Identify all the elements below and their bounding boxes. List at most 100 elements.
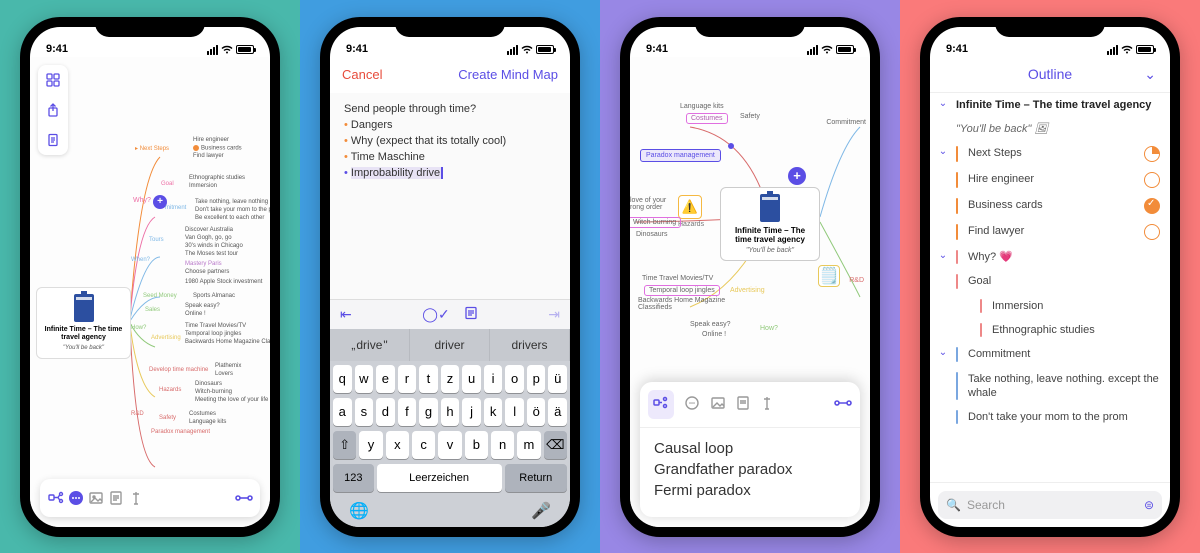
key-ä[interactable]: ä <box>548 398 567 426</box>
image-icon[interactable] <box>710 395 726 414</box>
branch-rd[interactable]: R&D <box>131 411 144 417</box>
central-node[interactable]: Infinite Time – The time travel agency "… <box>720 187 820 261</box>
search-input[interactable]: 🔍 Search ⊜ <box>938 491 1162 519</box>
hazard-icon[interactable]: ⚠️ <box>678 195 702 219</box>
node-tool-icon[interactable] <box>46 488 66 508</box>
mic-icon[interactable]: 🎤 <box>531 501 551 521</box>
add-node-button[interactable]: + <box>788 167 806 185</box>
style-icon[interactable] <box>760 395 774 414</box>
disclosure-icon[interactable]: ⌄ <box>936 250 950 261</box>
branch-how[interactable]: How? <box>131 325 146 331</box>
outdent-icon[interactable]: ⇤ <box>340 306 352 323</box>
share-icon[interactable] <box>42 99 64 121</box>
key-q[interactable]: q <box>333 365 352 393</box>
key-z[interactable]: z <box>441 365 460 393</box>
chat-icon[interactable] <box>684 395 700 414</box>
outline-list[interactable]: ⌄Infinite Time – The time travel agency"… <box>930 93 1170 482</box>
key-e[interactable]: e <box>376 365 395 393</box>
style-icon[interactable] <box>126 488 146 508</box>
branch-commitment[interactable]: mitment <box>165 205 186 211</box>
prediction-2[interactable]: driver <box>410 329 490 361</box>
key-d[interactable]: d <box>376 398 395 426</box>
key-ö[interactable]: ö <box>527 398 546 426</box>
outline-row[interactable]: Immersion <box>930 294 1170 318</box>
mindmap-canvas[interactable]: Language kits Costumes Safety Paradox ma… <box>630 57 870 527</box>
key-a[interactable]: a <box>333 398 352 426</box>
key-v[interactable]: v <box>438 431 461 459</box>
branch-when[interactable]: When? <box>131 257 150 263</box>
selection-handle[interactable] <box>728 143 734 149</box>
key-x[interactable]: x <box>386 431 409 459</box>
outline-row[interactable]: Goal <box>930 269 1170 293</box>
note-icon[interactable] <box>736 395 750 414</box>
text-editor[interactable]: Send people through time? Dangers Why (e… <box>330 93 570 299</box>
disclosure-icon[interactable]: ⌄ <box>936 146 950 157</box>
key-⇧[interactable]: ⇧ <box>333 431 356 459</box>
create-mindmap-button[interactable]: Create Mind Map <box>458 67 558 82</box>
chat-icon[interactable] <box>66 488 86 508</box>
disclosure-icon[interactable]: ⌄ <box>936 98 950 109</box>
filter-icon[interactable]: ⊜ <box>1144 498 1154 512</box>
key-o[interactable]: o <box>505 365 524 393</box>
branch-sales[interactable]: Sales <box>145 307 160 313</box>
key-w[interactable]: w <box>355 365 374 393</box>
chevron-down-icon[interactable]: ⌄ <box>1144 66 1156 83</box>
key-p[interactable]: p <box>527 365 546 393</box>
connection-icon[interactable] <box>234 488 254 508</box>
indent-icon[interactable]: ⇥ <box>548 306 560 323</box>
key-k[interactable]: k <box>484 398 503 426</box>
key-ü[interactable]: ü <box>548 365 567 393</box>
branch-next-steps[interactable]: ▸ Next Steps <box>135 145 169 152</box>
prediction-1[interactable]: drive <box>330 329 410 361</box>
key-s[interactable]: s <box>355 398 374 426</box>
node-tool-icon[interactable] <box>648 390 674 419</box>
key-c[interactable]: c <box>412 431 435 459</box>
grid-icon[interactable] <box>42 69 64 91</box>
outline-row[interactable]: Hire engineer <box>930 167 1170 193</box>
image-icon[interactable] <box>86 488 106 508</box>
branch-seedmoney[interactable]: Seed Money <box>143 293 177 299</box>
branch-why[interactable]: Why? <box>133 197 151 204</box>
note-icon[interactable] <box>106 488 126 508</box>
checkmark-icon[interactable]: ◯✓ <box>422 306 449 323</box>
status-checkbox[interactable] <box>1144 224 1160 240</box>
key-n[interactable]: n <box>491 431 514 459</box>
sticky-icon[interactable]: 🗒️ <box>818 265 840 287</box>
key-return[interactable]: Return <box>505 464 567 492</box>
key-u[interactable]: u <box>462 365 481 393</box>
outline-row[interactable]: Business cards <box>930 193 1170 219</box>
disclosure-icon[interactable]: ⌄ <box>936 347 950 358</box>
mindmap-canvas[interactable]: Infinite Time – The time travel agency "… <box>30 57 270 527</box>
outline-row[interactable]: ⌄Commitment <box>930 342 1170 366</box>
key-123[interactable]: 123 <box>333 464 374 492</box>
key-j[interactable]: j <box>462 398 481 426</box>
status-checkbox[interactable] <box>1144 172 1160 188</box>
prediction-3[interactable]: drivers <box>490 329 570 361</box>
key-f[interactable]: f <box>398 398 417 426</box>
document-icon[interactable] <box>42 129 64 151</box>
key-g[interactable]: g <box>419 398 438 426</box>
branch-goal[interactable]: Goal <box>161 181 174 187</box>
outline-row[interactable]: Take nothing, leave nothing. except the … <box>930 367 1170 406</box>
key-l[interactable]: l <box>505 398 524 426</box>
key-⌫[interactable]: ⌫ <box>544 431 567 459</box>
branch-dev[interactable]: Develop time machine <box>149 367 208 373</box>
notes-text[interactable]: Causal loop Grandfather paradox Fermi pa… <box>640 428 860 517</box>
connection-icon[interactable] <box>834 396 852 412</box>
outline-row[interactable]: Don't take your mom to the prom <box>930 405 1170 429</box>
outline-row[interactable]: "You'll be back" 🖼 <box>930 117 1170 141</box>
selected-node[interactable]: Paradox management <box>640 149 721 162</box>
globe-icon[interactable]: 🌐 <box>349 501 369 521</box>
key-r[interactable]: r <box>398 365 417 393</box>
key-t[interactable]: t <box>419 365 438 393</box>
branch-tours[interactable]: Tours <box>149 237 164 243</box>
key-b[interactable]: b <box>465 431 488 459</box>
key-h[interactable]: h <box>441 398 460 426</box>
status-checkbox[interactable] <box>1144 198 1160 214</box>
central-node[interactable]: Infinite Time – The time travel agency "… <box>36 287 131 360</box>
key-m[interactable]: m <box>517 431 540 459</box>
outline-row[interactable]: ⌄Infinite Time – The time travel agency <box>930 93 1170 117</box>
status-checkbox[interactable] <box>1144 146 1160 162</box>
cancel-button[interactable]: Cancel <box>342 67 382 82</box>
outline-row[interactable]: Find lawyer <box>930 219 1170 245</box>
